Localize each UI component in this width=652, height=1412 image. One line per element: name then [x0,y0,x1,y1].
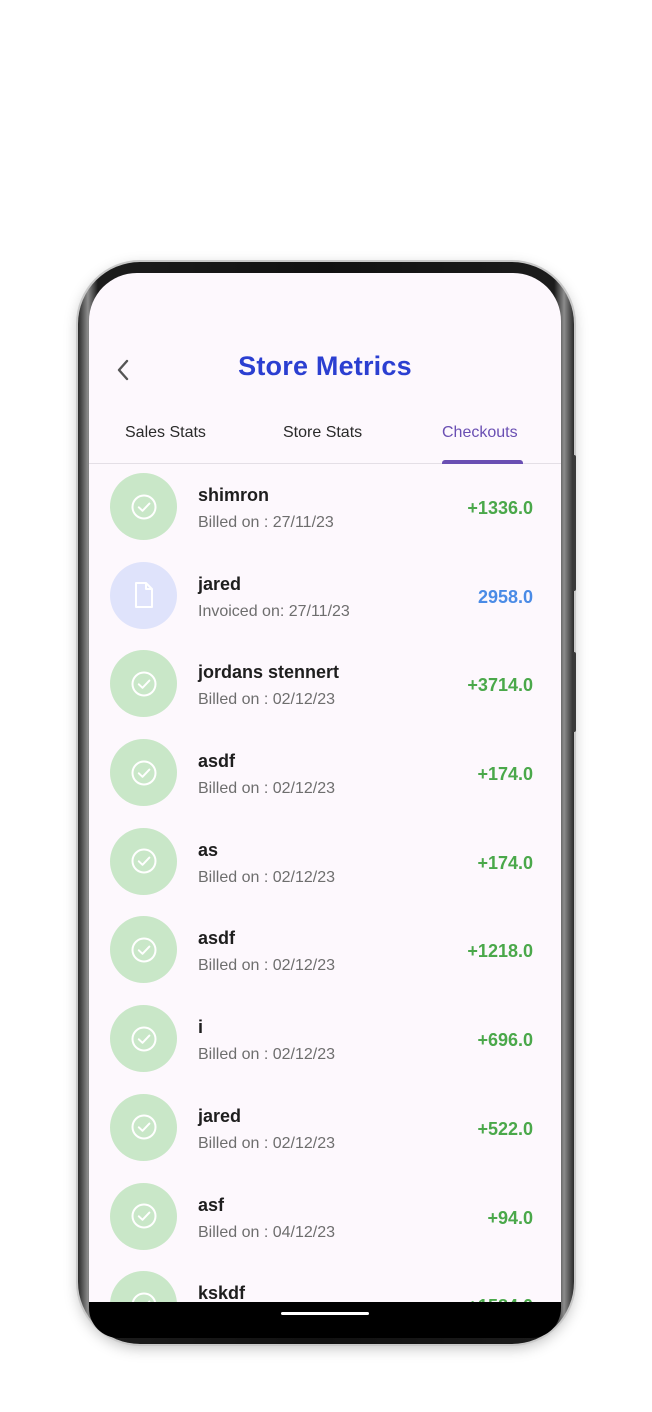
app-screen: Store Metrics Sales Stats Store Stats Ch… [89,273,561,1335]
checkout-amount: +522.0 [477,1118,533,1139]
active-tab-indicator [442,460,523,464]
check-circle-icon [131,937,156,963]
billing-date: Billed on : 02/12/23 [198,780,335,798]
customer-name: asdf [198,928,236,949]
navigation-bar [89,1302,561,1338]
check-circle-icon [131,494,156,519]
customer-name: shimron [198,485,270,505]
checkout-amount: +94.0 [487,1207,533,1228]
check-circle-icon [131,1026,156,1052]
billing-date: Billed on : 04/12/23 [198,1223,335,1241]
checkout-list: shimron Billed on : 27/11/23 +1336.0 jared I… [89,465,561,1335]
billing-date: Billed on : 02/12/23 [198,1046,335,1064]
checkout-row[interactable]: asdf Billed on : 02/12/23 +1218.0 [89,908,561,997]
billing-date: Invoiced on: 27/11/23 [198,602,350,620]
check-circle-icon [131,1114,156,1140]
checkout-amount: +174.0 [477,852,533,873]
checkout-amount: +696.0 [477,1030,533,1051]
tab-store-stats[interactable]: Store Stats [283,424,362,442]
check-circle-icon [131,760,156,786]
status-avatar [110,1182,177,1250]
customer-name: jordans stennert [198,662,340,683]
billing-date: Billed on : 02/12/23 [198,957,335,975]
checkout-row[interactable]: jordans stennert Billed on : 02/12/23 +371… [89,642,561,731]
checkout-amount: 2958.0 [477,586,533,607]
status-avatar [110,650,177,718]
status-avatar [110,827,177,895]
document-icon [134,582,153,609]
customer-name: as [198,839,219,860]
check-circle-icon [131,848,156,874]
billing-date: Billed on : 02/12/23 [198,691,335,709]
status-avatar [110,916,177,984]
tab-checkouts[interactable]: Checkouts [442,424,518,442]
billing-date: Billed on : 27/11/23 [198,514,334,531]
checkout-row[interactable]: i Billed on : 02/12/23 +696.0 [89,997,561,1086]
page-title: Store Metrics [238,351,412,381]
customer-name: asf [198,1194,225,1215]
checkout-amount: +1218.0 [467,941,533,962]
billing-date: Billed on : 02/12/23 [198,868,335,886]
customer-name: i [198,1017,204,1038]
tab-sales-stats[interactable]: Sales Stats [125,424,206,442]
checkout-amount: +174.0 [477,764,533,785]
checkout-row[interactable]: asdf Billed on : 02/12/23 +174.0 [89,731,561,820]
customer-name: jared [198,573,242,594]
status-avatar [110,561,177,629]
home-indicator[interactable] [281,1312,369,1315]
checkout-row[interactable]: shimron Billed on : 27/11/23 +1336.0 [89,465,561,554]
checkout-row[interactable]: as Billed on : 02/12/23 +174.0 [89,820,561,909]
customer-name: jared [198,1105,242,1126]
checkout-amount: +3714.0 [467,675,533,696]
check-circle-icon [131,1203,156,1229]
status-avatar [110,1005,177,1073]
status-avatar [110,739,177,807]
checkout-amount: +1336.0 [467,498,533,518]
volume-button [572,455,576,591]
status-avatar [110,473,177,540]
power-button [572,652,576,732]
check-circle-icon [131,671,156,697]
checkout-row[interactable]: jared Invoiced on: 27/11/23 2958.0 [89,554,561,643]
checkout-row[interactable]: asf Billed on : 04/12/23 +94.0 [89,1175,561,1264]
customer-name: asdf [198,751,236,772]
checkout-row[interactable]: jared Billed on : 02/12/23 +522.0 [89,1086,561,1175]
status-avatar [110,1093,177,1161]
tab-bar: Sales Stats Store Stats Checkouts [89,418,561,464]
billing-date: Billed on : 02/12/23 [198,1134,335,1152]
